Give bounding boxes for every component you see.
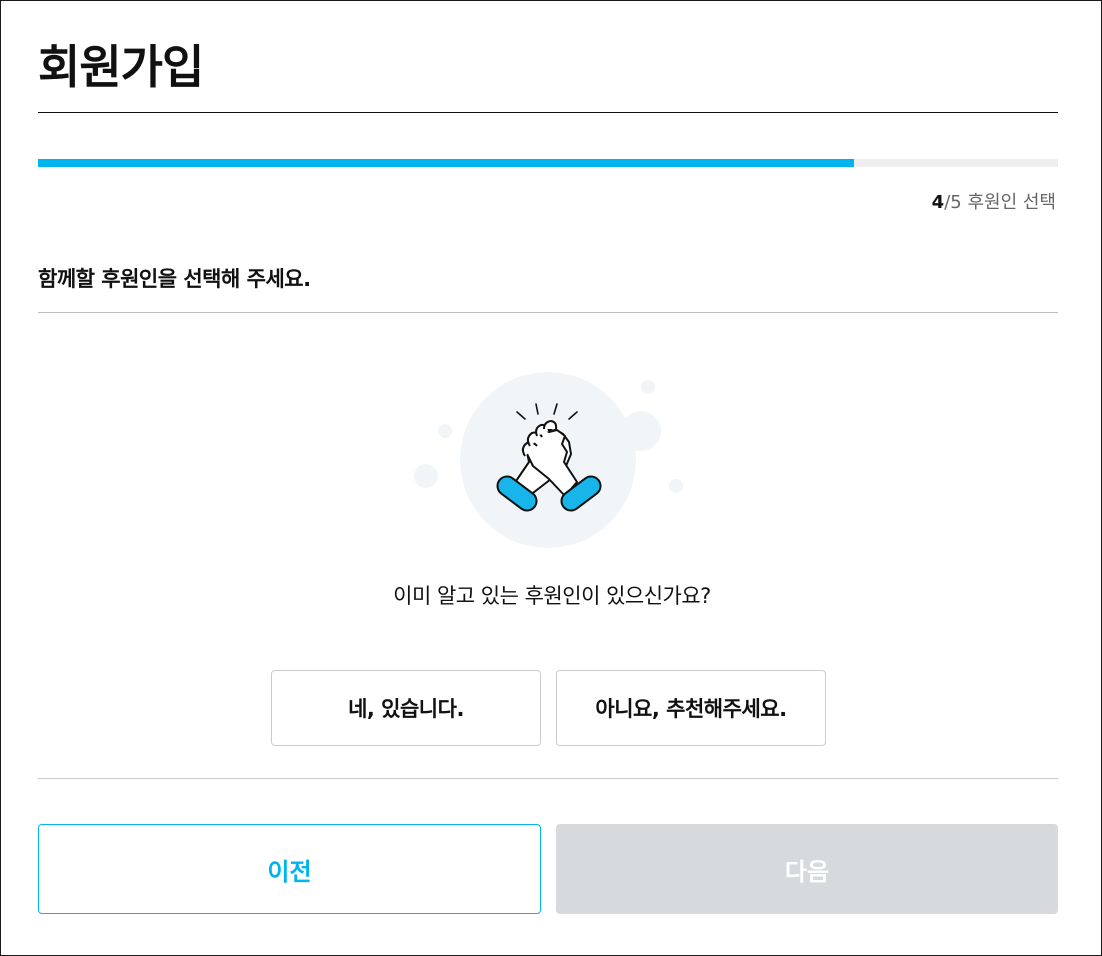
signup-page: 회원가입 4/5 후원인 선택 함께할 후원인을 선택해 주세요. 이미 알고 …	[0, 0, 1102, 956]
handshake-icon	[414, 372, 683, 548]
step-current: 4	[931, 192, 945, 213]
instruction-text: 함께할 후원인을 선택해 주세요.	[38, 267, 311, 291]
progress-bar-fill	[38, 159, 854, 167]
choice-yes-button[interactable]: 네, 있습니다.	[271, 670, 541, 746]
footer-divider	[38, 778, 1058, 779]
step-name: 후원인 선택	[967, 192, 1056, 213]
section-divider	[38, 312, 1058, 313]
handshake-illustration	[401, 366, 701, 556]
choice-recommend-button[interactable]: 아니요, 추천해주세요.	[556, 670, 826, 746]
progress-bar	[38, 159, 1058, 167]
question-text: 이미 알고 있는 후원인이 있으신가요?	[393, 584, 711, 608]
page-title: 회원가입	[38, 40, 204, 94]
prev-button[interactable]: 이전	[38, 824, 541, 914]
step-indicator: 4/5 후원인 선택	[932, 188, 1056, 214]
step-total: /5	[944, 192, 962, 213]
next-button[interactable]: 다음	[556, 824, 1058, 914]
title-divider	[38, 112, 1058, 113]
